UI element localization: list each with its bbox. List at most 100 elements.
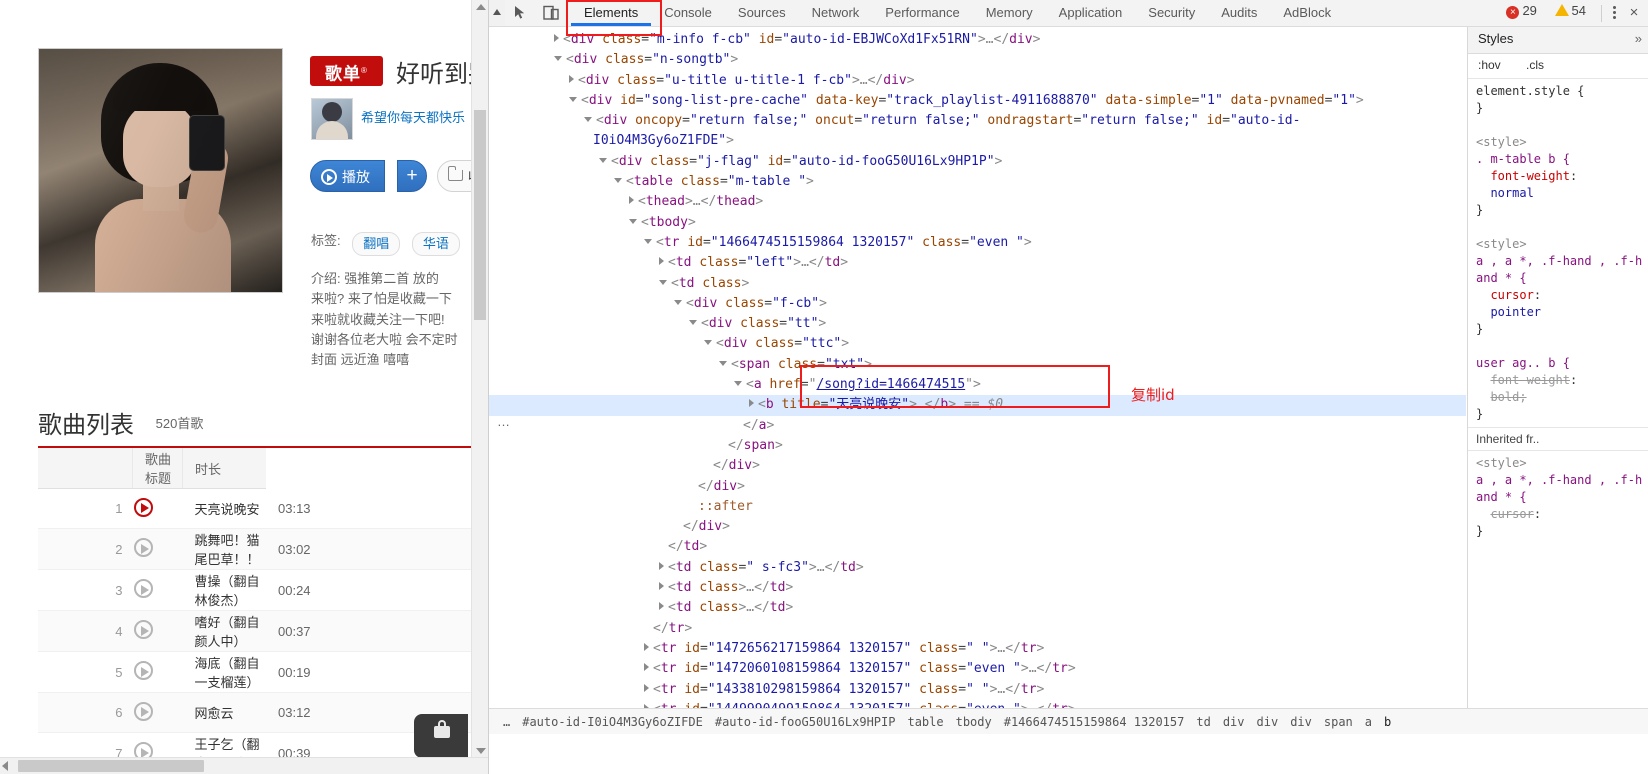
- collapse-triangle-icon[interactable]: [719, 360, 727, 366]
- tab-audits[interactable]: Audits: [1208, 0, 1270, 26]
- expand-triangle-icon[interactable]: [749, 399, 754, 408]
- dom-node-line[interactable]: </div>: [489, 517, 1466, 537]
- expand-triangle-icon[interactable]: [644, 642, 649, 651]
- collapse-triangle-icon[interactable]: [659, 279, 667, 285]
- dom-node-line[interactable]: <div class="ttc">: [489, 334, 1466, 354]
- hov-toggle[interactable]: :hov: [1478, 58, 1501, 72]
- dom-node-line[interactable]: <tr id="1472060108159864 1320157" class=…: [489, 659, 1466, 679]
- rule1-property[interactable]: font-weight: [1490, 169, 1569, 183]
- dom-node-line[interactable]: </div>: [489, 477, 1466, 497]
- play-button-icon[interactable]: [133, 497, 153, 517]
- rule2-value[interactable]: pointer: [1490, 305, 1541, 319]
- collapse-triangle-icon[interactable]: [614, 178, 622, 184]
- table-row[interactable]: 5 海底（翻自 一支榴莲） 00:19: [38, 651, 488, 693]
- breadcrumb-item[interactable]: tbody: [950, 709, 998, 734]
- collapse-triangle-icon[interactable]: [704, 340, 712, 346]
- dom-node-line[interactable]: <b title="天亮说晚安">…</b> == $0: [489, 395, 1466, 416]
- rule1-selector[interactable]: . m-table b {: [1476, 152, 1570, 166]
- breadcrumb-item[interactable]: a: [1359, 709, 1378, 734]
- song-play-cell[interactable]: [132, 488, 183, 529]
- scroll-down-arrow-icon[interactable]: [476, 748, 486, 754]
- tag-item-0[interactable]: 翻唱: [352, 232, 401, 256]
- rule2-source[interactable]: <style>: [1476, 237, 1527, 251]
- styles-tab-label[interactable]: Styles: [1478, 31, 1513, 46]
- dom-node-line[interactable]: <div class="f-cb">: [489, 294, 1466, 314]
- table-row[interactable]: 4 嗜好（翻自 颜人中） 00:37: [38, 610, 488, 652]
- breadcrumb-item[interactable]: b: [1378, 709, 1397, 734]
- song-title[interactable]: 曹操（翻自 林俊杰）: [182, 569, 266, 611]
- song-play-cell[interactable]: [132, 651, 183, 693]
- webpage-vertical-scrollbar[interactable]: [471, 0, 488, 758]
- player-lock-button[interactable]: [414, 714, 468, 758]
- rule3-value[interactable]: bold;: [1490, 390, 1526, 404]
- table-row[interactable]: 3 曹操（翻自 林俊杰） 00:24: [38, 569, 488, 611]
- tab-security[interactable]: Security: [1135, 0, 1208, 26]
- dom-node-line[interactable]: <table class="m-table ">: [489, 172, 1466, 192]
- inspect-element-icon[interactable]: [511, 4, 531, 22]
- collapse-triangle-icon[interactable]: [584, 117, 592, 123]
- expand-triangle-icon[interactable]: [644, 663, 649, 672]
- webpage-scroll-thumb[interactable]: [474, 110, 486, 320]
- author-name-link[interactable]: 希望你每天都快乐: [361, 107, 465, 126]
- expand-triangle-icon[interactable]: [629, 196, 634, 205]
- author-avatar[interactable]: [311, 98, 353, 140]
- collapse-triangle-icon[interactable]: [599, 157, 607, 163]
- table-row[interactable]: 1 天亮说晚安 03:13: [38, 488, 488, 529]
- rule1-value[interactable]: normal: [1490, 186, 1533, 200]
- devtools-more-menu-icon[interactable]: [1606, 4, 1622, 22]
- play-button-icon[interactable]: [133, 538, 153, 557]
- dom-node-line[interactable]: <tbody>: [489, 213, 1466, 233]
- tab-memory[interactable]: Memory: [973, 0, 1046, 26]
- song-title[interactable]: 嗜好（翻自 颜人中）: [182, 610, 266, 652]
- song-title[interactable]: 天亮说晚安: [182, 488, 266, 529]
- rule4-property[interactable]: cursor: [1490, 507, 1533, 521]
- scroll-left-arrow-icon[interactable]: [2, 761, 8, 771]
- dom-node-line[interactable]: </span>: [489, 436, 1466, 456]
- expand-triangle-icon[interactable]: [659, 582, 664, 591]
- tab-performance[interactable]: Performance: [872, 0, 972, 26]
- collapse-triangle-icon[interactable]: [734, 381, 742, 387]
- dom-node-line[interactable]: <div class="j-flag" id="auto-id-fooG50U1…: [489, 152, 1466, 172]
- breadcrumb-item[interactable]: table: [901, 709, 949, 734]
- dom-node-line[interactable]: <div id="song-list-pre-cache" data-key="…: [489, 91, 1466, 111]
- dom-node-line[interactable]: </div>: [489, 456, 1466, 476]
- breadcrumb-item[interactable]: div: [1251, 709, 1285, 734]
- song-title[interactable]: 跳舞吧！猫尾巴草！！: [182, 528, 266, 570]
- dom-node-line[interactable]: ::after: [489, 497, 1466, 517]
- tab-adblock[interactable]: AdBlock: [1270, 0, 1344, 26]
- cls-toggle[interactable]: .cls: [1526, 58, 1544, 72]
- rule2-selector[interactable]: a , a *, .f-hand , .f-hand * {: [1476, 254, 1642, 285]
- play-all-button[interactable]: 播放: [310, 160, 385, 192]
- play-button-icon[interactable]: [133, 701, 153, 721]
- dom-node-line[interactable]: </tr>: [489, 619, 1466, 639]
- tag-item-1[interactable]: 华语: [411, 232, 460, 256]
- tab-network[interactable]: Network: [799, 0, 873, 26]
- console-status-counts[interactable]: × 29 54: [1506, 3, 1588, 23]
- breadcrumb-item[interactable]: #1466474515159864 1320157: [998, 709, 1191, 734]
- dom-node-line[interactable]: <tr id="1472656217159864 1320157" class=…: [489, 639, 1466, 659]
- tab-elements[interactable]: Elements: [571, 0, 652, 26]
- rule4-selector[interactable]: a , a *, .f-hand , .f-hand * {: [1476, 473, 1642, 504]
- song-play-cell[interactable]: [132, 528, 183, 570]
- collapse-triangle-icon[interactable]: [644, 238, 652, 244]
- breadcrumb-item[interactable]: #auto-id-I0iO4M3Gy6oZIFDE: [516, 709, 709, 734]
- dom-node-line[interactable]: <div oncopy="return false;" oncut="retur…: [489, 111, 1466, 131]
- dom-node-line[interactable]: </a>: [489, 416, 1466, 436]
- tab-console[interactable]: Console: [651, 0, 725, 26]
- breadcrumb-item[interactable]: div: [1217, 709, 1251, 734]
- song-title[interactable]: 海底（翻自 一支榴莲）: [182, 651, 266, 693]
- breadcrumb-item[interactable]: td: [1190, 709, 1216, 734]
- scroll-up-arrow-icon[interactable]: [476, 4, 486, 10]
- expand-triangle-icon[interactable]: [659, 561, 664, 570]
- dom-node-line[interactable]: <div class="n-songtb">: [489, 50, 1466, 70]
- song-play-cell[interactable]: [132, 692, 183, 733]
- dom-node-line[interactable]: <div class="u-title u-title-1 f-cb">…</d…: [489, 71, 1466, 91]
- expand-triangle-icon[interactable]: [554, 34, 559, 42]
- element-style-rule[interactable]: element.style {: [1476, 84, 1584, 98]
- dom-node-line[interactable]: <thead>…</thead>: [489, 192, 1466, 212]
- dom-node-line[interactable]: <a href="/song?id=1466474515">: [489, 375, 1466, 395]
- collapse-triangle-icon[interactable]: [689, 320, 697, 326]
- rule1-source[interactable]: <style>: [1476, 135, 1527, 149]
- styles-more-chevron-icon[interactable]: »: [1635, 31, 1642, 46]
- rule2-property[interactable]: cursor: [1490, 288, 1533, 302]
